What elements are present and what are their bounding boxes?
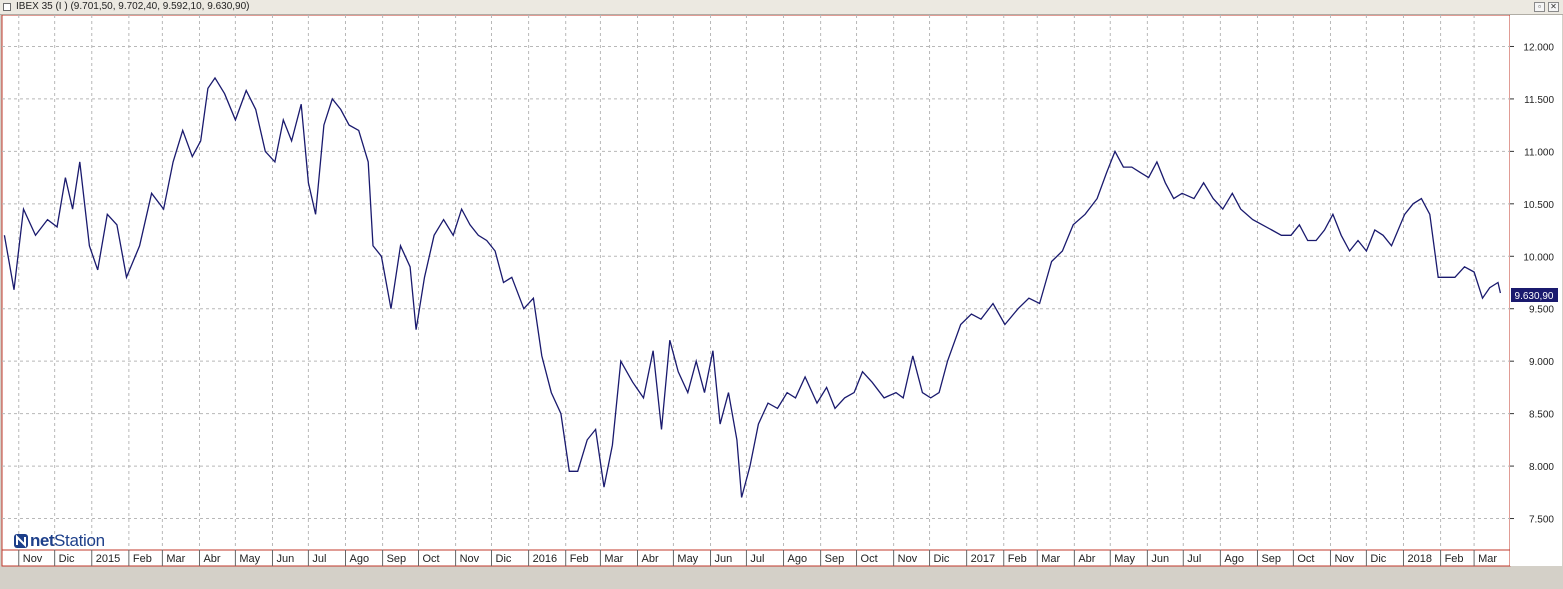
x-tick-label: Nov bbox=[898, 553, 918, 565]
x-tick-label: Jun bbox=[715, 553, 733, 565]
x-tick-label: May bbox=[239, 553, 260, 565]
last-value-tag: 9.630,90 bbox=[1511, 287, 1558, 302]
y-tick-label: 8.500 bbox=[1529, 410, 1554, 421]
last-value-label: 9.630,90 bbox=[1515, 291, 1554, 302]
x-tick-label: Dic bbox=[934, 553, 950, 565]
x-tick-label: Jul bbox=[1187, 553, 1201, 565]
x-tick-label: Dic bbox=[1370, 553, 1386, 565]
x-tick-label: Jul bbox=[750, 553, 764, 565]
x-tick-label: 2016 bbox=[533, 553, 557, 565]
x-tick-label: Mar bbox=[1478, 553, 1497, 565]
x-tick-label: Mar bbox=[604, 553, 623, 565]
x-tick-label: May bbox=[1114, 553, 1135, 565]
y-tick-label: 10.500 bbox=[1523, 200, 1554, 211]
x-tick-label: Oct bbox=[1297, 553, 1314, 565]
x-tick-label: Oct bbox=[861, 553, 878, 565]
x-tick-label: Nov bbox=[460, 553, 480, 565]
x-tick-label: 2018 bbox=[1407, 553, 1431, 565]
y-tick-label: 9.000 bbox=[1529, 357, 1554, 368]
x-tick-label: Abr bbox=[642, 553, 659, 565]
x-tick-label: Nov bbox=[23, 553, 43, 565]
x-tick-label: Jun bbox=[276, 553, 294, 565]
window-title: IBEX 35 (I ) (9.701,50, 9.702,40, 9.592,… bbox=[16, 1, 250, 12]
x-tick-label: Feb bbox=[570, 553, 589, 565]
logo-text-net: net bbox=[30, 531, 55, 550]
netstation-logo: net Station bbox=[14, 530, 105, 552]
chart-frame: 7.500 8.000 8.500 9.000 9.500 10.000 10.500 11.… bbox=[0, 14, 1563, 584]
x-tick-label: 2015 bbox=[96, 553, 120, 565]
x-tick-label: Sep bbox=[825, 553, 845, 565]
x-tick-label: Dic bbox=[59, 553, 75, 565]
x-tick-label: Ago bbox=[349, 553, 369, 565]
x-tick-label: Feb bbox=[1445, 553, 1464, 565]
x-tick-label: Feb bbox=[133, 553, 152, 565]
x-tick-label: Feb bbox=[1008, 553, 1027, 565]
x-tick-label: Dic bbox=[496, 553, 512, 565]
restore-button[interactable]: ▫ bbox=[1534, 2, 1545, 12]
y-tick-label: 12.000 bbox=[1523, 42, 1554, 53]
x-tick-label: Jun bbox=[1151, 553, 1169, 565]
window-icon bbox=[3, 3, 11, 11]
x-tick-label: Nov bbox=[1334, 553, 1354, 565]
logo-text-station: Station bbox=[54, 531, 105, 550]
netstation-logo-icon bbox=[14, 534, 28, 548]
x-tick-label: Oct bbox=[422, 553, 439, 565]
x-tick-label: 2017 bbox=[971, 553, 995, 565]
x-tick-label: Mar bbox=[1041, 553, 1060, 565]
y-tick-label: 8.000 bbox=[1529, 462, 1554, 473]
close-button[interactable]: ✕ bbox=[1548, 2, 1559, 12]
x-tick-label: Abr bbox=[1078, 553, 1095, 565]
x-tick-label: Ago bbox=[1224, 553, 1244, 565]
x-tick-label: Sep bbox=[387, 553, 407, 565]
y-tick-label: 9.500 bbox=[1529, 305, 1554, 316]
x-tick-label: Sep bbox=[1261, 553, 1281, 565]
window-titlebar: IBEX 35 (I ) (9.701,50, 9.702,40, 9.592,… bbox=[0, 0, 1563, 15]
y-tick-label: 7.500 bbox=[1529, 515, 1554, 526]
x-tick-label: Jul bbox=[312, 553, 326, 565]
x-tick-label: Abr bbox=[203, 553, 220, 565]
plot-area bbox=[1, 14, 1511, 551]
y-tick-label: 11.000 bbox=[1524, 147, 1554, 158]
x-tick-label: Mar bbox=[166, 553, 185, 565]
y-tick-label: 11.500 bbox=[1524, 95, 1554, 106]
price-chart: 7.500 8.000 8.500 9.000 9.500 10.000 10.500 11.… bbox=[1, 14, 1562, 567]
x-axis-ticks: Nov Dic 2015 Feb Mar Abr May Jun Jul Ago Sep Oct Nov… bbox=[18, 550, 1497, 566]
x-tick-label: May bbox=[677, 553, 698, 565]
y-tick-label: 10.000 bbox=[1523, 252, 1554, 263]
x-tick-label: Ago bbox=[788, 553, 808, 565]
